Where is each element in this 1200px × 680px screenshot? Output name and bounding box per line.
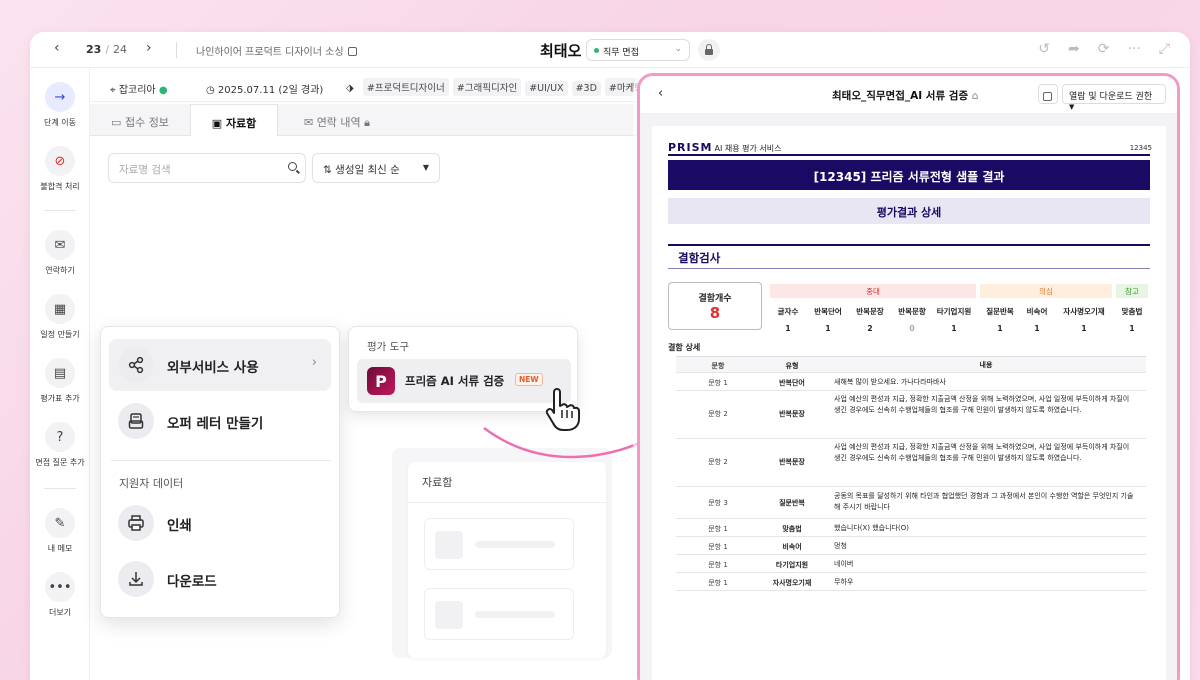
column-header: 유형 bbox=[785, 362, 799, 370]
section-rule bbox=[668, 268, 1150, 269]
section-rule bbox=[668, 244, 1150, 246]
cell-question: 문항 1 bbox=[708, 579, 728, 587]
permission-label: 열람 및 다운로드 권한 bbox=[1069, 92, 1153, 102]
defect-count-cell: 0 bbox=[909, 324, 915, 333]
table-row: 문항 2 반복문장 사업 예산의 편성과 지급, 정확한 지출금액 산정을 위해… bbox=[676, 439, 1146, 487]
table-row: 문항 1 타기업지원 네이버 bbox=[676, 555, 1146, 573]
table-header-row: 문항 유형 내용 bbox=[676, 357, 1146, 373]
cell-type: 맞춤법 bbox=[782, 525, 802, 533]
defect-column-header: 반복단어 bbox=[814, 307, 842, 316]
cell-type: 비속어 bbox=[782, 543, 802, 551]
cell-content: 했습니다(X) 했습니다(O) bbox=[834, 524, 909, 532]
cell-type: 자사명오기재 bbox=[772, 579, 812, 587]
table-row: 문항 1 반복단어 새해복 많이 받으세요. 가나다라마바사 bbox=[676, 373, 1146, 391]
cell-content: 사업 예산의 편성과 지급, 정확한 지출금액 산정을 위해 노력하였으며, 사… bbox=[834, 443, 1130, 462]
column-header: 내용 bbox=[979, 361, 993, 369]
defect-count-value: 8 bbox=[709, 304, 721, 322]
cell-type: 반복문장 bbox=[779, 458, 805, 466]
defect-count-cell: 1 bbox=[825, 324, 831, 333]
cell-question: 문항 1 bbox=[708, 525, 728, 533]
cell-content: 새해복 많이 받으세요. 가나다라마바사 bbox=[834, 378, 946, 386]
pdf-page: PRISM AI 채용 평가 서비스 12345 [12345] 프리즘 서류전형… bbox=[652, 126, 1166, 680]
section-title: 결함검사 bbox=[678, 251, 721, 265]
table-row: 문항 1 자사명오기재 무하우 bbox=[676, 573, 1146, 591]
brand-name: PRISM bbox=[668, 141, 713, 154]
header-rule bbox=[668, 154, 1150, 156]
defect-count-box: 결함개수 8 bbox=[668, 282, 762, 330]
cell-type: 질문반복 bbox=[779, 499, 805, 507]
defect-column-header: 자사명오기재 bbox=[1063, 307, 1105, 316]
cell-content: 사업 예산의 편성과 지급, 정확한 지출금액 산정을 위해 노력하였으며, 사… bbox=[834, 395, 1130, 414]
cell-type: 타기업지원 bbox=[775, 561, 809, 569]
cell-content: 무하우 bbox=[834, 578, 854, 586]
pdf-title-text: 최태오_직무면접_AI 서류 검증 bbox=[832, 90, 969, 102]
defect-column-header: 반복문장 bbox=[856, 307, 884, 316]
table-row: 문항 1 맞춤법 했습니다(X) 했습니다(O) bbox=[676, 519, 1146, 537]
defect-count-cell: 2 bbox=[867, 324, 873, 333]
pdf-header: ‹ 최태오_직무면접_AI 서류 검증 ⌂ 열람 및 다운로드 권한 ▼ bbox=[640, 76, 1177, 114]
defect-count-cell: 1 bbox=[1034, 324, 1040, 333]
defect-count-cell: 1 bbox=[997, 324, 1003, 333]
pdf-title: 최태오_직무면접_AI 서류 검증 ⌂ bbox=[832, 88, 978, 103]
defect-column-header: 타기업지원 bbox=[936, 307, 972, 316]
table-row: 문항 3 질문반복 공동의 목표를 달성하기 위해 타인과 협업했던 경험과 그… bbox=[676, 487, 1146, 519]
detail-table: 문항 유형 내용 문항 1 반복단어 새해복 많이 받으세요. 가나다라마바사 … bbox=[676, 356, 1146, 591]
caret-down-icon: ▼ bbox=[1069, 103, 1075, 111]
table-row: 문항 2 반복문장 사업 예산의 편성과 지급, 정확한 지출금액 산정을 위해… bbox=[676, 391, 1146, 439]
defect-column-header: 반복문항 bbox=[898, 307, 926, 316]
cell-question: 문항 2 bbox=[708, 410, 728, 418]
defect-count-cell: 1 bbox=[951, 324, 957, 333]
defect-count-cell: 1 bbox=[785, 324, 791, 333]
result-subbanner: 평가결과 상세 bbox=[668, 198, 1150, 224]
defect-column-header: 글자수 bbox=[777, 307, 799, 316]
defect-count-cell: 1 bbox=[1129, 324, 1135, 333]
cell-question: 문항 1 bbox=[708, 561, 728, 569]
column-header: 문항 bbox=[711, 362, 725, 370]
table-row: 문항 1 비속어 멍청 bbox=[676, 537, 1146, 555]
pdf-viewer-panel: ‹ 최태오_직무면접_AI 서류 검증 ⌂ 열람 및 다운로드 권한 ▼ PRI… bbox=[637, 73, 1180, 680]
defect-column-header: 질문반복 bbox=[986, 307, 1014, 316]
cell-type: 반복단어 bbox=[779, 379, 805, 387]
brand-subtitle: AI 채용 평가 서비스 bbox=[714, 144, 782, 153]
cell-content: 네이버 bbox=[834, 560, 854, 568]
cell-content: 멍청 bbox=[834, 542, 847, 550]
detail-title: 결함 상세 bbox=[668, 343, 701, 352]
cell-question: 문항 1 bbox=[708, 543, 728, 551]
back-icon[interactable]: ‹ bbox=[658, 86, 663, 101]
open-external-icon[interactable] bbox=[1038, 84, 1058, 104]
result-banner: [12345] 프리즘 서류전형 샘플 결과 bbox=[668, 160, 1150, 190]
group-major-header: 중대 bbox=[770, 284, 976, 298]
cell-question: 문항 2 bbox=[708, 458, 728, 466]
defect-column-header: 비속어 bbox=[1026, 307, 1048, 316]
prism-brand: PRISM AI 채용 평가 서비스 bbox=[668, 141, 781, 154]
group-ref-header: 참고 bbox=[1116, 284, 1148, 298]
group-doubt-header: 의심 bbox=[980, 284, 1112, 298]
defect-column-header: 맞춤법 bbox=[1121, 307, 1143, 316]
cell-type: 반복문장 bbox=[779, 410, 805, 418]
cell-question: 문항 1 bbox=[708, 379, 728, 387]
cell-content: 공동의 목표를 달성하기 위해 타인과 협업했던 경험과 그 과정에서 본인이 … bbox=[834, 492, 1134, 511]
defect-count-label: 결함개수 bbox=[698, 294, 732, 304]
lock-icon: ⌂ bbox=[971, 90, 979, 102]
doc-number: 12345 bbox=[1129, 144, 1152, 152]
pdf-body: PRISM AI 채용 평가 서비스 12345 [12345] 프리즘 서류전형… bbox=[640, 114, 1177, 680]
permission-select[interactable]: 열람 및 다운로드 권한 ▼ bbox=[1062, 84, 1166, 111]
defect-count-cell: 1 bbox=[1081, 324, 1087, 333]
cell-question: 문항 3 bbox=[708, 499, 728, 507]
